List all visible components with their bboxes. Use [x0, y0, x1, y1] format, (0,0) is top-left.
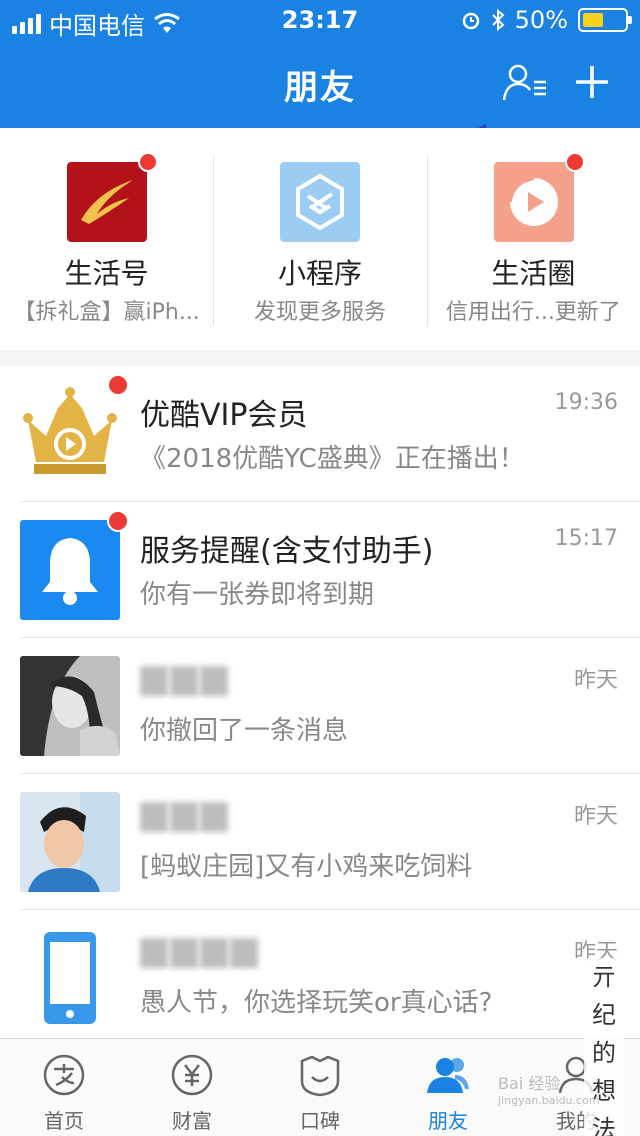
app-life-circle[interactable]: 生活圈 信用出行...更新了	[426, 128, 640, 350]
phone-icon	[44, 932, 96, 1024]
alipay-home-icon	[43, 1054, 85, 1096]
tab-label: 财富	[172, 1109, 212, 1133]
message-title: 优酷VIP会员	[140, 398, 308, 433]
battery-percent: 50%	[514, 6, 568, 34]
message-preview: 你有一张券即将到期	[140, 580, 375, 610]
message-preview: 你撤回了一条消息	[140, 716, 349, 746]
message-preview: 愚人节，你选择玩笑or真心话?	[140, 988, 493, 1018]
tab-label: 口碑	[300, 1109, 340, 1133]
alarm-icon	[462, 12, 479, 30]
app-title: 生活圈	[491, 257, 576, 290]
list-item-youku[interactable]: 优酷VIP会员 《2018优酷YC盛典》正在播出！ 19:36	[0, 366, 640, 502]
message-time: 19:36	[554, 390, 618, 415]
life-circle-icon	[493, 162, 574, 242]
friends-icon	[427, 1058, 469, 1093]
handwritten-watermark: 亓 纪 的 想 法	[584, 958, 624, 1136]
app-title: 生活号	[64, 257, 149, 290]
status-bar: 中国电信 23:17 50%	[0, 0, 640, 40]
contacts-icon[interactable]	[502, 62, 548, 102]
user-photo-woman	[20, 656, 120, 756]
message-time: 15:17	[554, 526, 618, 551]
mini-program-icon	[280, 162, 361, 242]
tab-home[interactable]: 首页	[0, 1039, 128, 1136]
wealth-yen-icon	[171, 1054, 213, 1096]
app-life-account[interactable]: 生活号 【拆礼盒】赢iPh...	[0, 128, 213, 350]
tab-wealth[interactable]: 财富	[128, 1039, 256, 1136]
bell-icon	[20, 520, 120, 620]
unread-dot	[138, 152, 158, 172]
quick-apps: 生活号 【拆礼盒】赢iPh... 小程序 发现更多服务 生活圈 信用出行...更…	[0, 128, 640, 350]
bluetooth-icon	[491, 9, 505, 31]
message-time: 昨天	[573, 804, 618, 829]
life-account-icon	[67, 162, 147, 242]
blurred-name	[140, 802, 228, 836]
tab-label: 首页	[44, 1109, 84, 1133]
message-preview: [蚂蚁庄园]又有小鸡来吃饲料	[140, 852, 473, 882]
list-item-service[interactable]: 服务提醒(含支付助手) 你有一张券即将到期 15:17	[0, 502, 640, 638]
youku-crown-icon	[23, 387, 117, 474]
unread-dot	[107, 510, 129, 532]
tab-label: 朋友	[428, 1109, 468, 1133]
message-list: 优酷VIP会员 《2018优酷YC盛典》正在播出！ 19:36 服务提醒(含支付…	[0, 366, 640, 1038]
unread-dot	[564, 152, 585, 172]
koubei-icon	[300, 1055, 340, 1097]
unread-dot	[107, 374, 129, 396]
top-header: 中国电信 23:17 50% 朋友	[0, 0, 640, 128]
baidu-watermark: Bai 经验 jingyan.baidu.com	[498, 1074, 600, 1107]
blurred-name	[140, 938, 258, 972]
blurred-name	[140, 666, 228, 700]
app-subtitle: 【拆礼盒】赢iPh...	[13, 300, 200, 325]
list-item-contact[interactable]: [蚂蚁庄园]又有小鸡来吃饲料 昨天	[0, 774, 640, 910]
message-title: 服务提醒(含支付助手)	[140, 534, 434, 569]
message-time: 昨天	[573, 668, 618, 693]
message-preview: 《2018优酷YC盛典》正在播出！	[140, 444, 525, 474]
battery-icon	[578, 8, 632, 32]
tab-koubei[interactable]: 口碑	[256, 1039, 384, 1136]
app-mini-program[interactable]: 小程序 发现更多服务	[213, 128, 426, 350]
app-subtitle: 发现更多服务	[253, 300, 386, 325]
list-item-contact[interactable]: 愚人节，你选择玩笑or真心话? 昨天	[0, 910, 640, 1046]
user-photo-boy	[20, 792, 120, 892]
tab-friends[interactable]: 朋友	[384, 1039, 512, 1136]
app-subtitle: 信用出行...更新了	[445, 300, 621, 325]
add-icon[interactable]	[572, 62, 612, 102]
list-item-contact[interactable]: 你撤回了一条消息 昨天	[0, 638, 640, 774]
app-title: 小程序	[277, 257, 362, 290]
